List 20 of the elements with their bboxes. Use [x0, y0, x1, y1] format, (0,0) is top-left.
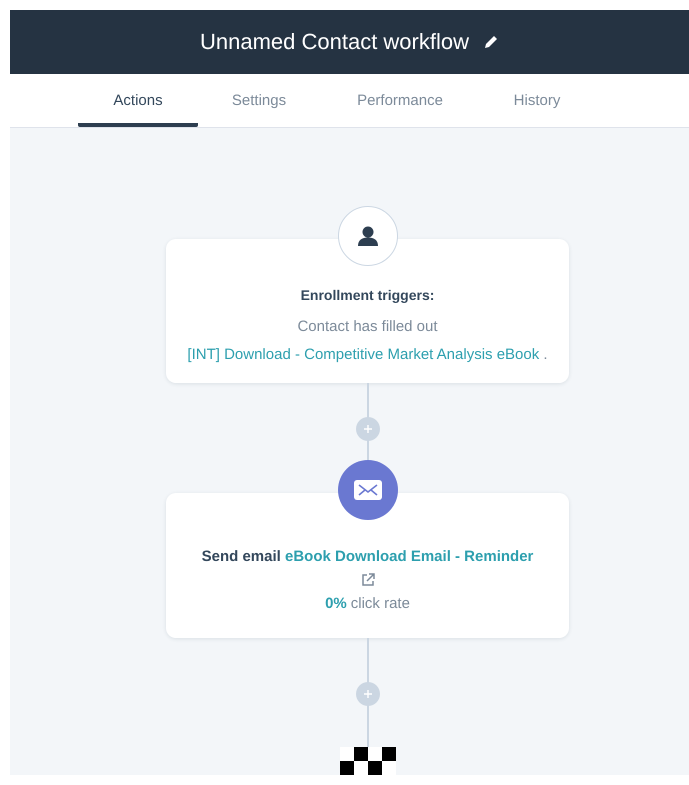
trigger-card[interactable]: Enrollment triggers: Contact has filled out [INT] Download - Competitive Market Analysis eBook .: [166, 239, 569, 383]
plus-icon: [364, 425, 372, 433]
click-rate-label: click rate: [350, 595, 410, 612]
pencil-icon[interactable]: [483, 34, 499, 50]
plus-icon: [364, 690, 372, 698]
tab[interactable]: Settings: [198, 74, 320, 127]
tab[interactable]: Performance: [320, 74, 480, 127]
tab[interactable]: History: [480, 74, 594, 127]
email-link[interactable]: eBook Download Email - Reminder: [285, 548, 534, 565]
tab[interactable]: Actions: [78, 74, 198, 127]
card-title: Enrollment triggers:: [300, 287, 434, 303]
email-action-card[interactable]: Send email eBook Download Email - Reminder 0% click rate: [166, 493, 569, 638]
trigger-description: Contact has filled out [INT] Download - Competitive Market Analysis eBook .: [186, 317, 549, 365]
person-icon: [356, 225, 378, 247]
envelope-icon: [354, 480, 382, 500]
form-link[interactable]: [INT] Download - Competitive Market Analysis eBook: [187, 346, 540, 363]
external-link-icon[interactable]: [360, 573, 374, 587]
workflow-title: Unnamed Contact workflow: [200, 29, 469, 56]
click-rate-value: 0%: [325, 595, 347, 612]
email-description: Send email eBook Download Email - Reminder: [200, 547, 534, 567]
